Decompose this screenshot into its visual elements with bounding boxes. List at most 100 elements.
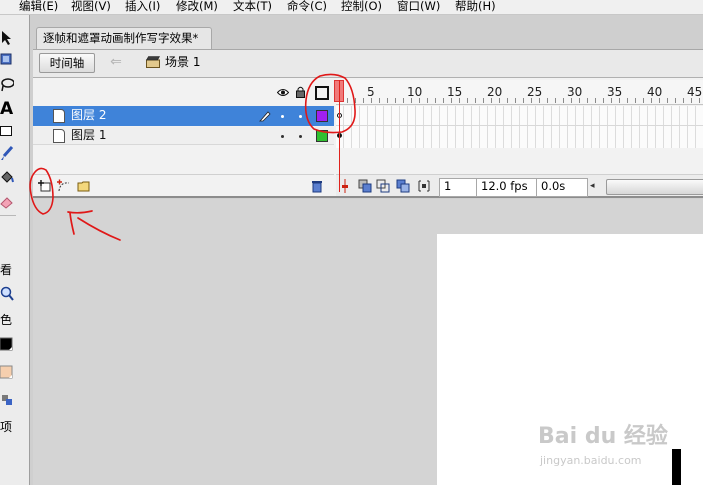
free-transform-icon	[0, 53, 12, 65]
insert-folder-icon[interactable]	[77, 179, 91, 193]
free-transform-tool[interactable]	[0, 51, 28, 71]
frame-ruler[interactable]: 1 5 10 15 20 25 30 35 40 45	[336, 80, 703, 105]
center-frame-icon[interactable]	[340, 179, 350, 193]
menu-window[interactable]: 窗口(W)	[397, 0, 440, 14]
add-motion-guide-icon[interactable]	[57, 179, 71, 193]
frame-number: 30	[567, 85, 583, 99]
menu-text[interactable]: 文本(T)	[233, 0, 272, 14]
frame-tick	[451, 98, 452, 103]
zoom-tool[interactable]	[0, 285, 28, 305]
menu-control[interactable]: 控制(O)	[341, 0, 382, 14]
tools-panel: A 看 色 项	[0, 15, 30, 485]
onion-skin-outlines-icon[interactable]	[376, 179, 390, 193]
frame-tick	[491, 98, 492, 103]
stage-black-stroke	[672, 449, 681, 485]
rectangle-icon	[0, 126, 12, 136]
frame-tick	[483, 98, 484, 103]
menu-modify[interactable]: 修改(M)	[176, 0, 218, 14]
options-section-label: 项	[0, 420, 13, 434]
frame-tick	[387, 98, 388, 103]
modify-onion-markers-icon[interactable]	[417, 179, 431, 193]
frame-tick	[563, 98, 564, 103]
lock-all-icon[interactable]	[296, 86, 305, 98]
back-arrow-icon[interactable]: ⇐	[107, 53, 125, 71]
frame-number: 10	[407, 85, 423, 99]
frame-tick	[403, 98, 404, 103]
outline-all-icon[interactable]	[315, 86, 329, 100]
frame-tick	[643, 98, 644, 103]
menu-view[interactable]: 视图(V)	[71, 0, 111, 14]
frame-tick	[619, 98, 620, 103]
frame-tick	[603, 98, 604, 103]
outline-color-swatch[interactable]	[316, 130, 328, 142]
layer-name: 图层 2	[71, 108, 107, 122]
frame-tick	[419, 98, 420, 103]
lasso-tool[interactable]	[0, 76, 28, 96]
horizontal-scrollbar-thumb[interactable]	[606, 179, 703, 195]
layer-icon	[53, 129, 65, 143]
frame-tick	[667, 98, 668, 103]
elapsed-time-field: 0.0s	[536, 178, 588, 197]
rectangle-tool[interactable]	[0, 123, 28, 143]
view-section-label: 看	[0, 263, 13, 277]
frame-tick	[611, 98, 612, 103]
onion-skin-icon[interactable]	[358, 179, 372, 193]
layer-row-layer-1[interactable]: 图层 1	[33, 127, 334, 145]
paint-bucket-tool[interactable]	[0, 169, 28, 189]
frame-number: 25	[527, 85, 543, 99]
lock-dot[interactable]	[299, 135, 302, 138]
stroke-color-swatch[interactable]	[0, 335, 28, 355]
frame-number: 40	[647, 85, 663, 99]
outline-color-swatch[interactable]	[316, 110, 328, 122]
delete-layer-trash-icon[interactable]	[310, 179, 324, 193]
frame-row-layer-2[interactable]	[336, 106, 703, 126]
menu-insert[interactable]: 插入(I)	[125, 0, 160, 14]
visibility-dot[interactable]	[281, 115, 284, 118]
frame-tick	[355, 98, 356, 103]
frame-tick	[571, 98, 572, 103]
text-tool[interactable]: A	[0, 99, 28, 119]
frame-tick	[539, 98, 540, 103]
frame-rate-field[interactable]: 12.0 fps	[476, 178, 541, 197]
show-hide-all-eye-icon[interactable]	[277, 88, 289, 97]
eraser-tool[interactable]	[0, 193, 28, 213]
scene-clapper-icon	[145, 56, 161, 68]
menu-commands[interactable]: 命令(C)	[287, 0, 327, 14]
frame-tick	[371, 98, 372, 103]
frame-tick	[587, 98, 588, 103]
layer-icon	[53, 109, 65, 123]
frame-number: 35	[607, 85, 623, 99]
frame-tick	[555, 98, 556, 103]
scene-label[interactable]: 场景 1	[165, 54, 200, 70]
layer-list-empty-area	[33, 146, 334, 174]
swap-colors-button[interactable]	[0, 391, 28, 411]
timeline-toggle-button[interactable]: 时间轴	[39, 53, 95, 73]
edit-multiple-frames-icon[interactable]	[396, 179, 410, 193]
fill-color-swatch[interactable]	[0, 363, 28, 383]
frame-tick	[427, 98, 428, 103]
frame-tick	[627, 98, 628, 103]
eraser-icon	[0, 197, 13, 209]
layer-toolbar	[33, 174, 334, 196]
brush-tool[interactable]	[0, 145, 28, 165]
brush-icon	[1, 146, 14, 160]
text-tool-icon: A	[0, 99, 14, 119]
menu-edit[interactable]: 编辑(E)	[19, 0, 58, 14]
lock-dot[interactable]	[299, 115, 302, 118]
current-frame-field[interactable]: 1	[439, 178, 481, 197]
frame-tick	[659, 98, 660, 103]
insert-layer-icon[interactable]	[38, 179, 52, 193]
layer-row-layer-2[interactable]: 图层 2	[33, 106, 334, 126]
document-tab[interactable]: 逐帧和遮罩动画制作写字效果*	[36, 27, 212, 49]
frame-tick	[635, 98, 636, 103]
menu-help[interactable]: 帮助(H)	[455, 0, 496, 14]
frame-tick	[443, 98, 444, 103]
frame-tick	[579, 98, 580, 103]
frame-tick	[435, 98, 436, 103]
visibility-dot[interactable]	[281, 135, 284, 138]
frame-number: 5	[367, 85, 375, 99]
subselect-tool[interactable]	[0, 28, 28, 48]
frame-number: 15	[447, 85, 463, 99]
scroll-left-arrow[interactable]: ◂	[590, 181, 600, 191]
lasso-icon	[1, 78, 14, 92]
